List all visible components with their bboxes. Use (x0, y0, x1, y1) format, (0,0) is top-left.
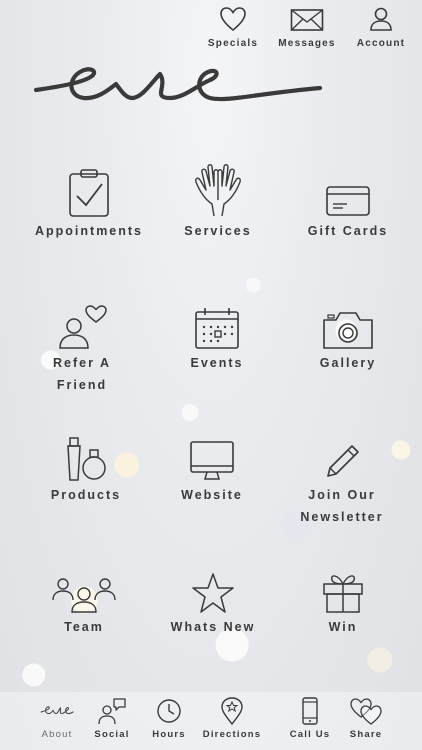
products-label: Products (50, 488, 122, 502)
appointments-label: Appointments (34, 224, 144, 238)
gift-cards-button[interactable]: Gift Cards (278, 162, 418, 242)
specials-button[interactable]: Specials (198, 6, 268, 49)
account-button[interactable]: Account (346, 6, 416, 49)
star-icon (183, 558, 243, 614)
newsletter-label-2: Newsletter (300, 510, 384, 524)
messages-label: Messages (278, 38, 336, 49)
newsletter-label-1: Join Our (308, 488, 376, 502)
whats-new-label: Whats New (170, 620, 256, 634)
team-label: Team (64, 620, 104, 634)
gallery-button[interactable]: Gallery (278, 294, 418, 374)
tab-share[interactable]: Share (332, 696, 400, 740)
monitor-icon (182, 426, 242, 482)
services-button[interactable]: Services (148, 162, 288, 242)
tab-share-label: Share (349, 729, 383, 740)
hands-icon (188, 162, 248, 218)
whats-new-button[interactable]: Whats New (143, 558, 283, 638)
eve-logo (33, 62, 324, 110)
calendar-icon (187, 294, 247, 350)
refer-a-friend-button[interactable]: Refer A Friend (12, 294, 152, 396)
newsletter-button[interactable]: Join Our Newsletter (272, 426, 412, 528)
team-button[interactable]: Team (14, 558, 154, 638)
team-icon (44, 558, 124, 614)
gift-cards-label: Gift Cards (307, 224, 389, 238)
user-heart-icon (52, 294, 112, 350)
win-label: Win (328, 620, 358, 634)
website-button[interactable]: Website (142, 426, 282, 506)
bottom-tab-bar: About Social Hours Directions Call Us Sh… (0, 692, 422, 750)
gallery-label: Gallery (319, 356, 377, 370)
tab-social-label: Social (94, 729, 130, 740)
envelope-icon (290, 9, 324, 31)
website-label: Website (181, 488, 243, 502)
win-button[interactable]: Win (273, 558, 413, 638)
tab-about-label: About (41, 729, 73, 740)
heart-icon (220, 7, 246, 32)
credit-card-icon (318, 162, 378, 218)
user-icon (370, 7, 392, 31)
clipboard-check-icon (59, 162, 119, 218)
events-label: Events (190, 356, 244, 370)
map-pin-star-icon (198, 696, 266, 726)
services-label: Services (184, 224, 252, 238)
events-button[interactable]: Events (147, 294, 287, 374)
tab-call-us-label: Call Us (289, 729, 331, 740)
tab-directions[interactable]: Directions (198, 696, 266, 740)
tab-hours-label: Hours (152, 729, 186, 740)
messages-button[interactable]: Messages (272, 6, 342, 49)
pencil-icon (312, 426, 372, 482)
refer-a-friend-label-1: Refer A (53, 356, 111, 370)
account-label: Account (356, 38, 406, 49)
appointments-button[interactable]: Appointments (19, 162, 159, 242)
tab-hours[interactable]: Hours (135, 696, 203, 740)
hearts-icon (332, 696, 400, 726)
refer-a-friend-label-2: Friend (56, 378, 108, 392)
top-nav: Specials Messages Account (0, 0, 422, 60)
products-button[interactable]: Products (16, 426, 156, 506)
tab-directions-label: Directions (202, 729, 262, 740)
specials-label: Specials (207, 38, 259, 49)
cosmetics-icon (56, 426, 116, 482)
camera-icon (318, 294, 378, 350)
gift-icon (313, 558, 373, 614)
clock-icon (135, 696, 203, 726)
